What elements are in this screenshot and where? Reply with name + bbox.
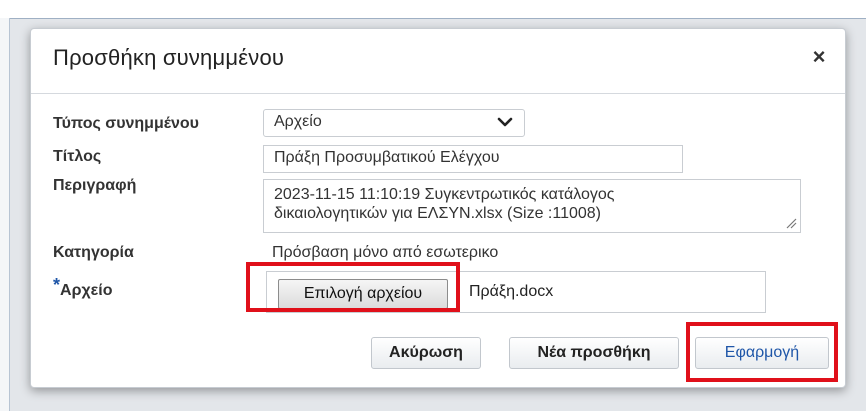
title-label: Τίτλος	[53, 148, 102, 165]
file-label: *Αρχείο	[53, 275, 113, 300]
dialog-title: Προσθήκη συνημμένου	[53, 45, 285, 70]
description-label: Περιγραφή	[53, 177, 137, 194]
required-marker: *	[53, 275, 61, 295]
title-input[interactable]: Πράξη Προσυμβατικού Ελέγχου	[263, 145, 683, 173]
type-select[interactable]: Αρχείο	[263, 109, 525, 137]
category-label: Κατηγορία	[53, 244, 134, 261]
apply-button-highlight	[686, 322, 838, 382]
close-button[interactable]: ×	[805, 43, 833, 71]
file-button-highlight	[246, 262, 460, 312]
description-line-1: 2023-11-15 11:10:19 Συγκεντρωτικός κατάλ…	[274, 186, 615, 203]
cancel-button[interactable]: Ακύρωση	[371, 337, 481, 369]
add-new-button[interactable]: Νέα προσθήκη	[509, 337, 679, 369]
background-top	[0, 0, 866, 18]
description-line-2: δικαιολογητικών για ΕΛΣΥΝ.xlsx (Size :11…	[274, 205, 601, 222]
background-divider	[0, 18, 866, 19]
close-icon: ×	[812, 44, 826, 69]
chevron-down-icon	[497, 117, 513, 127]
type-select-value: Αρχείο	[274, 113, 322, 130]
type-label: Τύπος συνημμένου	[53, 115, 199, 132]
header-divider	[31, 93, 845, 94]
category-value: Πρόσβαση μόνο από εσωτερικο	[272, 244, 499, 261]
dialog-header: Προσθήκη συνημμένου ×	[31, 29, 845, 93]
file-label-text: Αρχείο	[60, 282, 113, 299]
resize-grip-icon[interactable]	[785, 217, 797, 229]
selected-file-name: Πράξη.docx	[469, 283, 554, 300]
background-left-panel	[0, 18, 10, 411]
description-textarea[interactable]: 2023-11-15 11:10:19 Συγκεντρωτικός κατάλ…	[263, 179, 801, 233]
title-input-value: Πράξη Προσυμβατικού Ελέγχου	[274, 149, 500, 166]
